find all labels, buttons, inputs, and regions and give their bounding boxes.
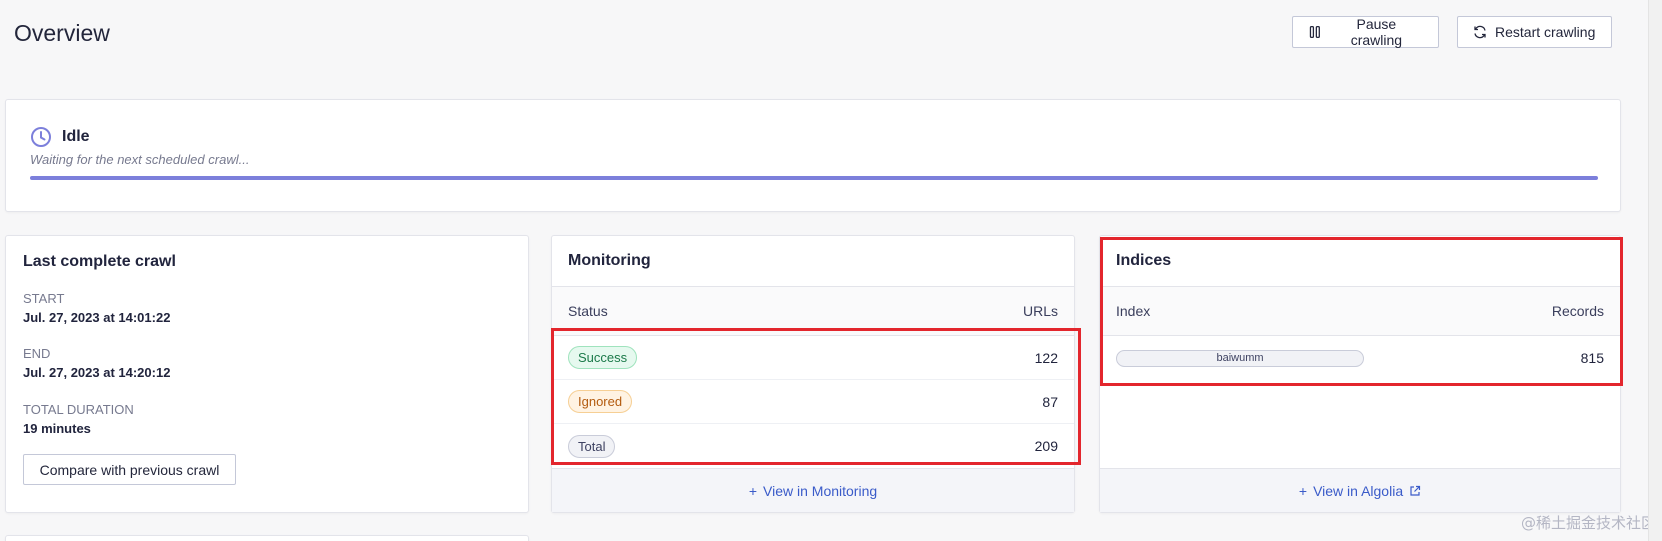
indices-header: Indices <box>1100 236 1620 287</box>
records-count: 815 <box>1580 350 1604 366</box>
table-row: Success 122 <box>552 336 1074 380</box>
start-value: Jul. 27, 2023 at 14:01:22 <box>23 310 171 325</box>
next-card-stub <box>5 535 529 541</box>
ignored-badge: Ignored <box>568 390 633 413</box>
pause-crawling-button[interactable]: Pause crawling <box>1292 16 1439 48</box>
pause-icon <box>1309 25 1320 39</box>
records-column-header: Records <box>1551 303 1604 319</box>
clock-icon <box>31 127 51 147</box>
view-in-monitoring-link[interactable]: + View in Monitoring <box>749 483 877 499</box>
end-value: Jul. 27, 2023 at 14:20:12 <box>23 365 171 380</box>
duration-label: TOTAL DURATION <box>23 402 134 417</box>
restart-crawling-label: Restart crawling <box>1495 24 1596 40</box>
last-crawl-title: Last complete crawl <box>23 253 176 270</box>
external-link-icon <box>1410 485 1421 496</box>
table-row: baiwumm 815 <box>1100 336 1620 380</box>
end-label: END <box>23 346 51 361</box>
success-count: 122 <box>1034 349 1058 366</box>
monitoring-table-header: Status URLs <box>552 287 1074 336</box>
crawl-progress-fill <box>30 176 1598 180</box>
status-column-header: Status <box>568 303 608 319</box>
index-name-pill[interactable]: baiwumm <box>1116 349 1364 367</box>
plus-icon: + <box>1298 482 1308 499</box>
indices-card: Indices Index Records baiwumm 815 + View… <box>1099 235 1621 513</box>
restart-crawling-button[interactable]: Restart crawling <box>1457 16 1612 48</box>
view-in-monitoring-label: View in Monitoring <box>763 482 878 499</box>
refresh-icon <box>1474 25 1486 39</box>
ignored-count: 87 <box>1042 393 1058 410</box>
compare-previous-crawl-button[interactable]: Compare with previous crawl <box>23 454 236 485</box>
view-in-algolia-link[interactable]: + View in Algolia <box>1299 483 1421 499</box>
indices-title: Indices <box>1116 252 1172 269</box>
indices-footer: + View in Algolia <box>1100 468 1620 512</box>
start-label: START <box>23 291 65 306</box>
urls-column-header: URLs <box>1022 303 1058 319</box>
pause-crawling-label: Pause crawling <box>1350 16 1403 48</box>
vertical-scrollbar[interactable] <box>1648 0 1662 541</box>
table-row: Total 209 <box>552 424 1074 468</box>
monitoring-header: Monitoring <box>552 236 1074 287</box>
indices-table-header: Index Records <box>1100 287 1620 336</box>
status-title: Idle <box>62 128 90 145</box>
table-row: Ignored 87 <box>552 380 1074 424</box>
plus-icon: + <box>748 482 758 499</box>
view-in-algolia-label: View in Algolia <box>1313 482 1404 499</box>
index-column-header: Index <box>1116 303 1151 319</box>
page-title: Overview <box>14 20 110 46</box>
duration-value: 19 minutes <box>23 421 91 436</box>
status-description: Waiting for the next scheduled crawl... <box>30 152 250 167</box>
total-badge: Total <box>568 434 616 458</box>
success-badge: Success <box>568 346 638 369</box>
crawl-status-card: Idle Waiting for the next scheduled craw… <box>5 99 1621 212</box>
crawl-progress-bar <box>30 176 1598 180</box>
watermark: @稀土掘金技术社区 <box>1520 514 1656 532</box>
status-header: Idle <box>30 126 90 148</box>
total-count: 209 <box>1034 438 1058 454</box>
last-crawl-card: Last complete crawl START Jul. 27, 2023 … <box>5 235 529 513</box>
monitoring-title: Monitoring <box>568 252 651 269</box>
monitoring-footer: + View in Monitoring <box>552 468 1074 512</box>
monitoring-card: Monitoring Status URLs Success 122 Ignor… <box>551 235 1075 513</box>
